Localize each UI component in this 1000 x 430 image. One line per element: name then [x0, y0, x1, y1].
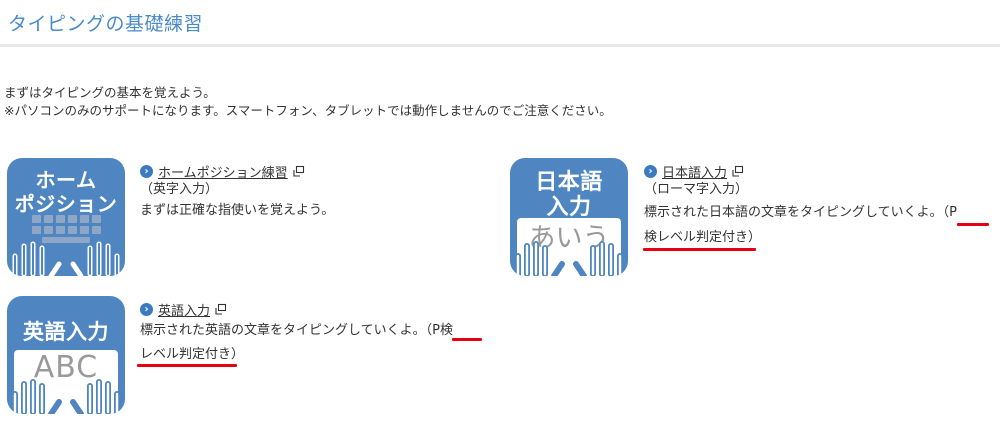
highlight-underline	[643, 248, 756, 251]
highlight-underline	[137, 364, 237, 367]
external-window-icon	[732, 165, 744, 177]
highlight-underline	[957, 223, 989, 226]
chevron-right-icon: ›	[644, 165, 657, 178]
english-input-description: 標示された英語の文章をタイピングしていくよ。（P検	[140, 321, 453, 341]
title-divider	[0, 44, 1000, 47]
icon-label: 英語入力	[23, 320, 109, 344]
japanese-input-link[interactable]: 日本語入力	[662, 166, 727, 181]
japanese-input-app-icon[interactable]: 日本語 入力 あいう	[510, 158, 628, 276]
english-input-app-icon[interactable]: 英語入力 ABC	[7, 296, 125, 414]
external-window-icon	[293, 165, 304, 177]
p-ken-mark: （P検	[425, 323, 453, 338]
pc-only-notice: ※パソコンのみのサポートになります。スマートフォン、タブレットでは動作しませんの…	[4, 103, 612, 118]
home-position-subtitle: （英字入力）	[140, 182, 219, 197]
description-text: 標示された日本語の文章をタイピングしていくよ。	[644, 205, 943, 220]
english-input-link[interactable]: 英語入力	[158, 304, 210, 319]
external-window-icon	[215, 303, 227, 315]
english-input-link-row: › 英語入力	[140, 300, 227, 319]
hands-icon	[12, 241, 120, 276]
p-ken-mark: （P	[942, 205, 957, 220]
description-text: 標示された英語の文章をタイピングしていくよ。	[140, 323, 426, 338]
japanese-input-link-row: › 日本語入力	[644, 162, 744, 181]
home-position-link-row: › ホームポジション練習	[140, 162, 305, 181]
icon-label-line2: ポジション	[14, 192, 118, 216]
japanese-input-subtitle: （ローマ字入力）	[644, 182, 749, 197]
japanese-input-level-note: 検レベル判定付き）	[644, 230, 762, 245]
hands-icon	[515, 241, 623, 276]
english-input-level-note: レベル判定付き）	[140, 347, 245, 362]
home-position-link[interactable]: ホームポジション練習	[158, 166, 288, 181]
hands-icon	[12, 379, 120, 414]
japanese-input-description: 標示された日本語の文章をタイピングしていくよ。（P	[644, 203, 957, 223]
chevron-right-icon: ›	[140, 165, 153, 178]
intro-text: まずはタイピングの基本を覚えよう。	[4, 85, 216, 100]
highlight-underline	[452, 338, 482, 341]
chevron-right-icon: ›	[140, 303, 153, 316]
home-position-app-icon[interactable]: ホーム ポジション	[7, 158, 125, 276]
home-position-description: まずは正確な指使いを覚えよう。	[140, 203, 335, 218]
page-title: タイピングの基礎練習	[8, 13, 204, 35]
